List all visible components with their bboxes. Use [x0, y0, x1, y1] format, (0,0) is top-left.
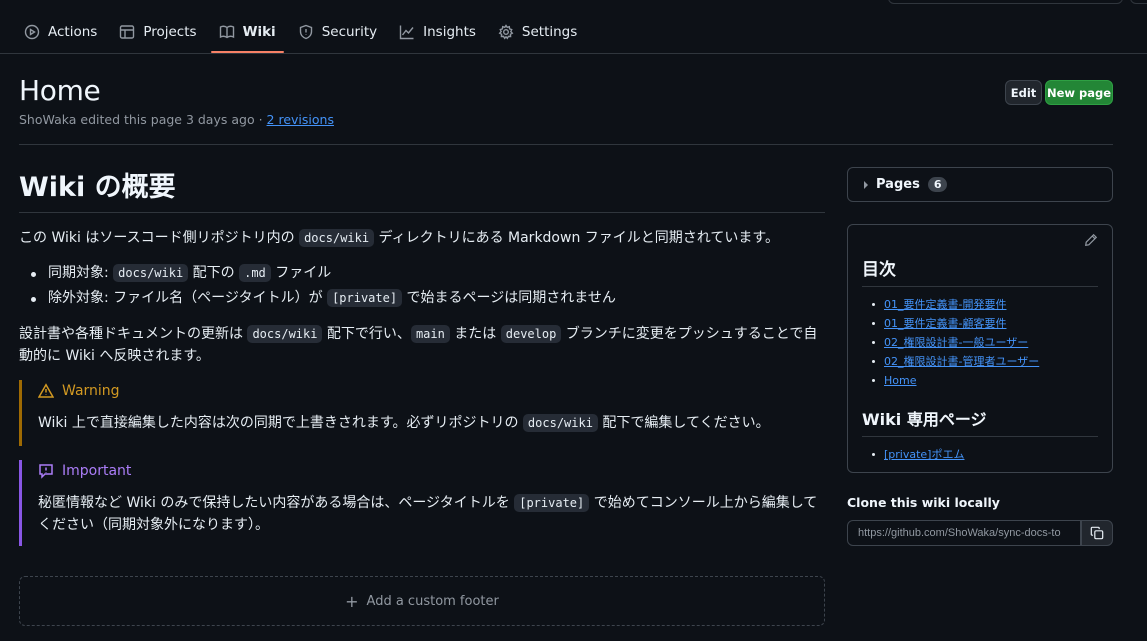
toc-link[interactable]: 02_権限設計書-一般ユーザー: [884, 336, 1028, 349]
page-meta: ShoWaka edited this page 3 days ago · 2 …: [19, 112, 334, 127]
tab-settings[interactable]: Settings: [490, 14, 585, 50]
shield-icon: [299, 24, 312, 40]
inline-code: main: [410, 325, 450, 343]
intro-text-1: この Wiki はソースコード側リポジトリ内の: [19, 230, 300, 246]
revisions-link[interactable]: 2 revisions: [267, 112, 334, 127]
play-icon: [24, 24, 40, 40]
sidebar-toc: 目次 01_要件定義書-開発要件 01_要件定義書-顧客要件 02_権限設計書-…: [847, 224, 1113, 473]
content-heading: Wiki の概要: [19, 165, 825, 213]
inline-code: docs/wiki: [113, 264, 189, 282]
warning-alert: Warning Wiki 上で直接編集した内容は次の同期で上書きされます。必ずリ…: [19, 380, 825, 446]
important-label: Important: [62, 463, 132, 479]
triangle-right-icon: [864, 180, 868, 189]
tab-settings-label: Settings: [521, 24, 578, 40]
list-item: 同期対象: docs/wiki 配下の .md ファイル: [19, 261, 616, 286]
important-title: Important: [38, 460, 825, 482]
list-text: 除外対象: ファイル名（ページタイトル）が: [48, 290, 328, 306]
update-text: 配下で行い、: [322, 326, 411, 342]
toc-link[interactable]: Home: [884, 374, 916, 387]
important-text: 秘匿情報など Wiki のみで保持したい内容がある場合は、ページタイトルを [p…: [38, 492, 825, 536]
gear-icon: [498, 24, 514, 40]
list-item: 02_権限設計書-管理者ユーザー: [862, 352, 1098, 371]
intro-text-2: ディレクトリにある Markdown ファイルと同期されています。: [374, 230, 779, 246]
warning-label: Warning: [62, 383, 120, 399]
table-icon: [120, 25, 135, 39]
list-text: 同期対象:: [48, 265, 114, 281]
inline-code: .md: [239, 264, 271, 282]
warning-text-1: Wiki 上で直接編集した内容は次の同期で上書きされます。必ずリポジトリの: [38, 415, 523, 431]
header-button[interactable]: [1130, 0, 1147, 4]
tab-security-label: Security: [321, 24, 378, 40]
inline-code: docs/wiki: [247, 325, 323, 343]
sync-list: 同期対象: docs/wiki 配下の .md ファイル 除外対象: ファイル名…: [19, 261, 616, 311]
warning-title: Warning: [38, 380, 825, 402]
inline-code: docs/wiki: [299, 229, 375, 247]
page-title: Home: [19, 74, 101, 107]
update-text: 設計書や各種ドキュメントの更新は: [19, 326, 248, 342]
pages-label: Pages: [876, 177, 920, 192]
tab-projects[interactable]: Projects: [111, 14, 204, 50]
plus-icon: +: [345, 591, 359, 611]
add-footer-label: Add a custom footer: [366, 593, 499, 609]
book-icon: [219, 25, 234, 39]
inline-code: docs/wiki: [522, 414, 598, 432]
tab-wiki[interactable]: Wiki: [210, 14, 284, 53]
special-page-link[interactable]: [private]ポエム: [884, 448, 964, 461]
inline-code: [private]: [514, 494, 590, 512]
list-item: Home: [862, 371, 1098, 390]
important-alert: Important 秘匿情報など Wiki のみで保持したい内容がある場合は、ペ…: [19, 460, 825, 546]
report-icon: [39, 464, 53, 479]
copy-icon: [1090, 526, 1104, 540]
list-item: 01_要件定義書-顧客要件: [862, 314, 1098, 333]
copy-button[interactable]: [1081, 520, 1113, 546]
update-text: または: [449, 326, 501, 342]
list-item: 01_要件定義書-開発要件: [862, 295, 1098, 314]
wiki-body: Wiki の概要 この Wiki はソースコード側リポジトリ内の docs/wi…: [19, 165, 825, 626]
tab-insights-label: Insights: [423, 24, 476, 40]
list-item: 除外対象: ファイル名（ページタイトル）が [private] で始まるページは…: [19, 286, 616, 311]
pages-count-badge: 6: [927, 177, 948, 192]
tab-insights[interactable]: Insights: [391, 14, 484, 50]
tab-projects-label: Projects: [143, 24, 197, 40]
pages-toggle[interactable]: Pages 6: [847, 167, 1113, 202]
list-text: 配下の: [188, 265, 240, 281]
update-paragraph: 設計書や各種ドキュメントの更新は docs/wiki 配下で行い、 main また…: [19, 323, 819, 367]
warning-text: Wiki 上で直接編集した内容は次の同期で上書きされます。必ずリポジトリの do…: [38, 412, 825, 434]
edit-button[interactable]: Edit: [1005, 80, 1042, 105]
alert-icon: [38, 383, 54, 398]
repo-nav: Actions Projects Wiki Security Insights …: [0, 0, 1147, 54]
clone-label: Clone this wiki locally: [847, 495, 1000, 510]
new-page-button[interactable]: New page: [1045, 80, 1113, 105]
toc-list: 01_要件定義書-開発要件 01_要件定義書-顧客要件 02_権限設計書-一般ユ…: [862, 295, 1098, 390]
list-item: [private]ポエム: [862, 445, 1098, 464]
special-pages-title: Wiki 専用ページ: [862, 406, 1098, 437]
search-box[interactable]: [888, 0, 1123, 4]
tab-actions-label: Actions: [48, 24, 98, 40]
toc-link[interactable]: 01_要件定義書-開発要件: [884, 298, 1006, 311]
important-text-1: 秘匿情報など Wiki のみで保持したい内容がある場合は、ページタイトルを: [38, 495, 515, 511]
repo-tabs: Actions Projects Wiki Security Insights …: [16, 14, 591, 54]
tab-security[interactable]: Security: [290, 14, 385, 50]
special-pages-list: [private]ポエム: [862, 445, 1098, 464]
graph-icon: [399, 25, 414, 40]
toc-link[interactable]: 02_権限設計書-管理者ユーザー: [884, 355, 1039, 368]
inline-code: [private]: [327, 289, 403, 307]
tab-actions[interactable]: Actions: [16, 14, 105, 50]
list-item: 02_権限設計書-一般ユーザー: [862, 333, 1098, 352]
edit-info: ShoWaka edited this page 3 days ago ·: [19, 112, 267, 127]
warning-text-2: 配下で編集してください。: [597, 415, 770, 431]
list-text: ファイル: [270, 265, 332, 281]
header-divider: [19, 144, 1113, 145]
list-text: で始まるページは同期されません: [402, 290, 616, 306]
add-footer-button[interactable]: + Add a custom footer: [19, 576, 825, 626]
tab-wiki-label: Wiki: [242, 24, 276, 40]
intro-paragraph: この Wiki はソースコード側リポジトリ内の docs/wiki ディレクトリ…: [19, 227, 779, 249]
clone-url-field[interactable]: [847, 520, 1081, 546]
toc-link[interactable]: 01_要件定義書-顧客要件: [884, 317, 1006, 330]
inline-code: develop: [500, 325, 562, 343]
pencil-icon[interactable]: [1084, 233, 1098, 247]
toc-title: 目次: [862, 255, 1098, 287]
